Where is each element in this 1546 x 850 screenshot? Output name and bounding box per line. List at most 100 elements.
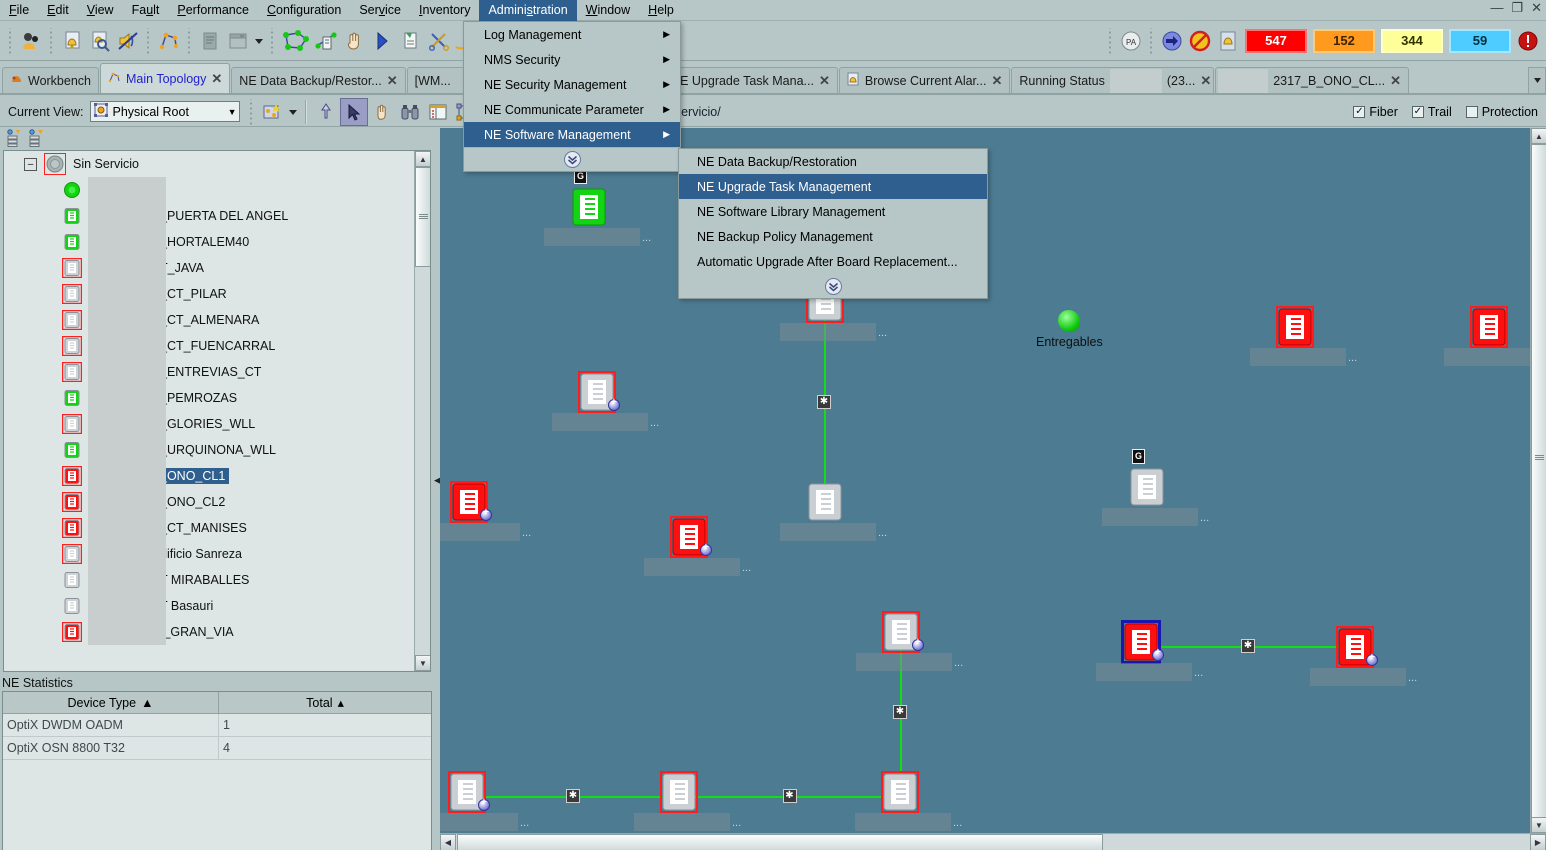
ne-software-management-submenu[interactable]: NE Data Backup/Restoration NE Upgrade Tas… [678,148,988,299]
trail-checkbox-box[interactable]: ✓ [1411,105,1424,118]
ne-node-icon[interactable] [313,27,341,55]
toolbar-grip[interactable] [7,27,14,54]
tree-vertical-scrollbar[interactable]: ▲ ▼ [414,151,430,671]
tree-item-t-basauri[interactable]: T Basauri [4,593,414,619]
scroll-up-button[interactable]: ▲ [415,151,430,167]
topology-node[interactable]: G... [544,169,651,246]
report-icon[interactable] [196,27,224,55]
tab-ne-upgrade-task[interactable]: NE Upgrade Task Mana... ✕ [663,67,838,93]
toolbar-grip-3[interactable] [145,27,152,54]
topology-node[interactable]: ... [855,771,962,831]
binoculars-icon[interactable] [396,98,424,126]
submenu-item-ne-software-library-management[interactable]: NE Software Library Management [679,199,987,224]
viewbar-grip[interactable] [247,98,255,125]
topology-tree[interactable]: – Sin Servicio _PUERTA DEL ANGEL _HORTALEM4… [3,150,431,672]
menu-configuration[interactable]: Configuration [258,0,350,21]
alarm-count-warning[interactable]: 59 [1449,28,1511,53]
menu-edit[interactable]: Edit [38,0,78,21]
menu-window[interactable]: Window [577,0,639,21]
add-view-icon[interactable] [258,98,286,126]
administration-menu-expand[interactable] [464,147,680,171]
topology-icon[interactable] [155,27,183,55]
tree-item-t-java[interactable]: T_JAVA [4,255,414,281]
table-row[interactable]: OptiX OSN 8800 T32 4 [3,737,431,760]
tree-item--hortalem40[interactable]: _HORTALEM40 [4,229,414,255]
minimize-icon[interactable]: — [1490,1,1503,15]
menu-performance[interactable]: Performance [168,0,258,21]
tree-item--ono-cl1[interactable]: _ONO_CL1 [4,463,414,489]
pan-hand-icon[interactable] [368,98,396,126]
tree-root-sin-servicio[interactable]: – Sin Servicio [4,151,414,177]
toolbar-grip-5[interactable] [269,27,276,54]
tab-2317-b-ono-cl[interactable]: 2317_B_ONO_CL... ✕ [1215,67,1410,93]
checkbox-protection[interactable]: Protection [1465,105,1538,119]
bell-box-icon[interactable] [1214,27,1242,55]
alarm-count-minor[interactable]: 344 [1381,28,1443,53]
current-view-combobox[interactable]: Physical Root ▼ [89,101,240,122]
tab-close-icon[interactable]: ✕ [819,73,830,89]
tree-expander-icon[interactable]: – [24,157,37,171]
tab-close-icon[interactable]: ✕ [1200,73,1211,89]
protection-checkbox-box[interactable] [1465,105,1478,118]
maximize-icon[interactable]: ❐ [1511,1,1523,15]
topology-node[interactable]: ... [1444,306,1530,366]
toolbar-grip-right-2[interactable] [1148,27,1155,54]
tab-workbench[interactable]: Workbench [2,67,99,93]
checkbox-fiber[interactable]: ✓ Fiber [1353,105,1398,119]
table-icon[interactable] [424,98,452,126]
tree-item--ct-manises[interactable]: _CT_MANISES [4,515,414,541]
menu-item-ne-security-management[interactable]: NE Security Management ▶ [464,72,680,97]
network-ring-icon[interactable] [279,27,313,55]
tree-item--urquinona-wll[interactable]: _URQUINONA_WLL [4,437,414,463]
scroll-down-button[interactable]: ▼ [1531,817,1546,833]
alarm-search-icon[interactable] [86,27,114,55]
tree-item-i-gran-via[interactable]: I_GRAN_VIA [4,619,414,645]
path-icon[interactable] [369,27,397,55]
tree-item-redacted[interactable] [4,177,414,203]
alarm-count-major[interactable]: 152 [1313,28,1375,53]
scroll-down-button[interactable]: ▼ [415,655,430,671]
submenu-item-ne-upgrade-task-management[interactable]: NE Upgrade Task Management [679,174,987,199]
menu-item-log-management[interactable]: Log Management ▶ [464,22,680,47]
scroll-left-button[interactable]: ◀ [440,834,456,850]
menu-help[interactable]: Help [639,0,683,21]
tree-item-dificio-sanreza[interactable]: dificio Sanreza [4,541,414,567]
submenu-item-automatic-upgrade-after-board-replacement...[interactable]: Automatic Upgrade After Board Replacemen… [679,249,987,274]
topology-node[interactable]: ... [440,771,529,831]
error-icon[interactable] [1514,27,1542,55]
table-row[interactable]: OptiX DWDM OADM 1 [3,714,431,737]
pointer-icon[interactable] [339,97,368,126]
software-submenu-expand[interactable] [679,274,987,298]
tree-item--ct-almenara[interactable]: _CT_ALMENARA [4,307,414,333]
scroll-thumb[interactable] [415,167,430,267]
topology-node[interactable]: ... [856,611,963,671]
menu-item-ne-software-management[interactable]: NE Software Management ▶ [464,122,680,147]
menu-item-ne-communicate-parameter[interactable]: NE Communicate Parameter ▶ [464,97,680,122]
tree-item--ct-pilar[interactable]: _CT_PILAR [4,281,414,307]
alarm-bell-icon[interactable] [58,27,86,55]
scroll-thumb-h[interactable] [457,834,1103,850]
tab-browse-current-alarm[interactable]: Browse Current Alar... ✕ [838,67,1011,93]
menu-inventory[interactable]: Inventory [410,0,479,21]
no-entry-icon[interactable] [1186,27,1214,55]
entregables-group-node[interactable]: Entregables [1036,310,1103,349]
toolbar-grip-right[interactable] [1107,27,1114,54]
submenu-item-ne-backup-policy-management[interactable]: NE Backup Policy Management [679,224,987,249]
menu-fault[interactable]: Fault [123,0,169,21]
tab-ne-data-backup[interactable]: NE Data Backup/Restor... ✕ [231,67,406,93]
topology-node[interactable]: ... [1250,306,1357,366]
tab-running-status[interactable]: Running Status (23... ✕ [1011,67,1215,93]
checkbox-trail[interactable]: ✓ Trail [1411,105,1452,119]
up-arrow-icon[interactable] [312,98,340,126]
topology-node[interactable]: ... [552,371,659,431]
pa-icon[interactable]: PA [1117,27,1145,55]
scissors-icon[interactable] [425,27,453,55]
tree-item--pemrozas[interactable]: _PEMROZAS [4,385,414,411]
close-icon[interactable]: ✕ [1531,1,1542,15]
tree-item--glories-wll[interactable]: _GLORIES_WLL [4,411,414,437]
submenu-item-ne-data-backup-restoration[interactable]: NE Data Backup/Restoration [679,149,987,174]
alarm-count-critical[interactable]: 547 [1245,28,1307,53]
expand-tree-icon[interactable] [6,128,24,150]
tree-item--ct-fuencarral[interactable]: _CT_FUENCARRAL [4,333,414,359]
topology-node[interactable]: ... [1310,626,1417,686]
